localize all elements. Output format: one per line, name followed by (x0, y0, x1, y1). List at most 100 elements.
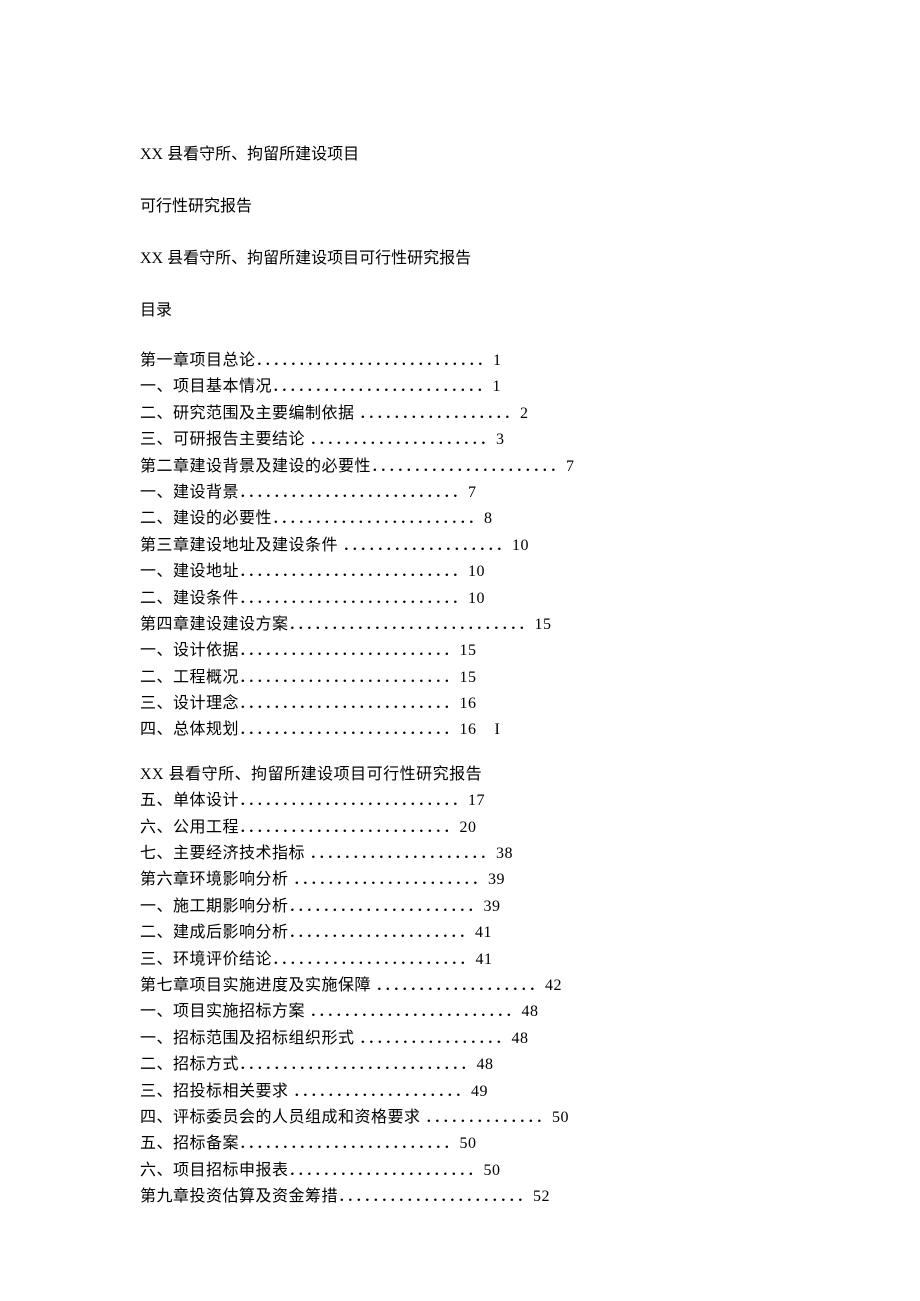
toc-page-number: 15 (460, 669, 477, 686)
toc-page-number: 8 (484, 510, 493, 527)
toc-entry: 二、建设的必要性．．．．．．．．．．．．．．．．．．．．．．．．8 (140, 506, 780, 532)
toc-page-number: 42 (545, 977, 562, 994)
toc-entry-text: 第七章项目实施进度及实施保障 (140, 977, 376, 994)
toc-entry-text: 第六章环境影响分析 (140, 871, 293, 888)
document-page: XX 县看守所、拘留所建设项目 可行性研究报告 XX 县看守所、拘留所建设项目可… (0, 0, 920, 1271)
toc-entry-text: 三、可研报告主要结论 (140, 431, 310, 448)
toc-dots: ．．．．．．．．．．．．．．．．．．．．． (310, 845, 497, 862)
toc-entry-text: 第四章建设建设方案 (140, 616, 289, 633)
toc-dots: ．．．．．．．．．．．．．．．．．．．．．．．．．． (239, 792, 468, 809)
toc-entry: 第三章建设地址及建设条件 ．．．．．．．．．．．．．．．．．．．10 (140, 533, 780, 559)
spacer (140, 744, 780, 762)
toc-entry-text: 一、建设地址 (140, 563, 239, 580)
toc-dots: ．．．．．．．．．．．．．．．．．．．．．．．．． (239, 1135, 460, 1152)
toc-entry: 一、设计依据．．．．．．．．．．．．．．．．．．．．．．．．．15 (140, 638, 780, 664)
toc-entry: 三、环境评价结论．．．．．．．．．．．．．．．．．．．．．．．41 (140, 947, 780, 973)
full-report-title: XX 县看守所、拘留所建设项目可行性研究报告 (140, 244, 780, 268)
toc-page-number: 17 (468, 792, 485, 809)
toc-page-number: 41 (476, 951, 493, 968)
toc-dots: ．．．．．．．．．．．．．．．．．．．．．．．．． (239, 721, 460, 738)
toc-dots: ．．．．．．．．．．．．．．．．．．． (376, 977, 546, 994)
toc-dots: ．．．．．．．．．．．．．．．．．．．．．． (293, 871, 488, 888)
toc-entry-text: 二、建成后影响分析 (140, 924, 289, 941)
toc-entry-text: 一、招标范围及招标组织形式 (140, 1030, 359, 1047)
toc-page-number: 2 (520, 405, 529, 422)
toc-entry: 第七章项目实施进度及实施保障 ．．．．．．．．．．．．．．．．．．．42 (140, 973, 780, 999)
toc-entry: 第六章环境影响分析 ．．．．．．．．．．．．．．．．．．．．．．39 (140, 867, 780, 893)
toc-dots: ．．．．．．．．．．．．．．．．．．．．． (310, 431, 497, 448)
toc-entry-text: 六、公用工程 (140, 819, 239, 836)
toc-dots: ．．．．．．．．．．．．．． (425, 1109, 552, 1126)
toc-dots: ．．．．．．．．．．．．．．．．．．．．．．． (272, 951, 476, 968)
toc-dots: ．．．．．．．．．．．．．．．．．．．．．． (371, 458, 566, 475)
toc-entry-text: 二、工程概况 (140, 669, 239, 686)
toc-page-number: 15 (460, 642, 477, 659)
toc-dots: ．．．．．．．．．．．．．．．．．．．．．．．．．． (239, 590, 468, 607)
toc-dots: ．．．．．．．．．．．．．．．．．．．．．．．．． (239, 642, 460, 659)
toc-section-1: 第一章项目总论．．．．．．．．．．．．．．．．．．．．．．．．．．．1一、项目基… (140, 348, 780, 744)
toc-page-number: 15 (535, 616, 552, 633)
toc-page-number: 39 (488, 871, 505, 888)
toc-page-number: 7 (468, 484, 477, 501)
toc-page-number: 10 (512, 537, 529, 554)
project-title: XX 县看守所、拘留所建设项目 (140, 140, 780, 164)
toc-entry: 第二章建设背景及建设的必要性．．．．．．．．．．．．．．．．．．．．．．7 (140, 454, 780, 480)
toc-entry: 第九章投资估算及资金筹措．．．．．．．．．．．．．．．．．．．．．．52 (140, 1184, 780, 1210)
toc-entry: 六、公用工程．．．．．．．．．．．．．．．．．．．．．．．．．20 (140, 815, 780, 841)
toc-dots: ．．．．．．．．．．．．．．．．．．．．．． (289, 1162, 484, 1179)
toc-page-number: 50 (484, 1162, 501, 1179)
toc-entry: 一、建设地址．．．．．．．．．．．．．．．．．．．．．．．．．．10 (140, 559, 780, 585)
toc-page-number: 1 (493, 352, 502, 369)
toc-page-number: 16 (460, 721, 477, 738)
toc-page-number: 10 (468, 563, 485, 580)
toc-entry-text: 二、建设的必要性 (140, 510, 272, 527)
toc-entry: 第一章项目总论．．．．．．．．．．．．．．．．．．．．．．．．．．．1 (140, 348, 780, 374)
toc-dots: ．．．．．．．．．．．．．．．．．．．．．．．．． (239, 819, 460, 836)
mid-title-line: XX 县看守所、拘留所建设项目可行性研究报告 (140, 762, 780, 788)
toc-dots: ．．．．．．．．．．．．．．．．．．．．．．．．．．． (239, 1056, 477, 1073)
toc-entry: 四、总体规划．．．．．．．．．．．．．．．．．．．．．．．．．16I (140, 717, 780, 743)
toc-dots: ．．．．．．．．．．．．．．．．．．．．．．．．． (239, 669, 460, 686)
toc-entry-text: 六、项目招标申报表 (140, 1162, 289, 1179)
toc-entry: 六、项目招标申报表．．．．．．．．．．．．．．．．．．．．．．50 (140, 1158, 780, 1184)
toc-page-number: 3 (496, 431, 505, 448)
toc-entry: 二、招标方式．．．．．．．．．．．．．．．．．．．．．．．．．．．48 (140, 1052, 780, 1078)
report-type: 可行性研究报告 (140, 192, 780, 216)
toc-entry-text: 一、建设背景 (140, 484, 239, 501)
toc-entry-text: 二、研究范围及主要编制依据 (140, 405, 359, 422)
toc-dots: ．．．．．．．．．．．．．．．．．．．．．．．． (310, 1003, 522, 1020)
toc-page-number: 39 (484, 898, 501, 915)
toc-page-number: 48 (477, 1056, 494, 1073)
toc-dots: ．．．．．．．．．．．．．．．．． (359, 1030, 512, 1047)
toc-entry: 一、项目基本情况．．．．．．．．．．．．．．．．．．．．．．．．．1 (140, 374, 780, 400)
toc-dots: ．．．．．．．．．．．．．．．．．．．．．．．．．．． (256, 352, 494, 369)
toc-entry-text: 三、招投标相关要求 (140, 1083, 293, 1100)
toc-entry: 一、施工期影响分析．．．．．．．．．．．．．．．．．．．．．．39 (140, 894, 780, 920)
toc-page-number: 48 (512, 1030, 529, 1047)
toc-entry-text: 四、评标委员会的人员组成和资格要求 (140, 1109, 425, 1126)
toc-entry: 一、招标范围及招标组织形式 ．．．．．．．．．．．．．．．．．48 (140, 1026, 780, 1052)
toc-entry: 四、评标委员会的人员组成和资格要求 ．．．．．．．．．．．．．．50 (140, 1105, 780, 1131)
toc-entry: 三、可研报告主要结论 ．．．．．．．．．．．．．．．．．．．．．3 (140, 427, 780, 453)
toc-entry-text: 三、环境评价结论 (140, 951, 272, 968)
toc-heading: 目录 (140, 296, 780, 320)
toc-page-number: 52 (533, 1188, 550, 1205)
toc-entry: 二、建成后影响分析．．．．．．．．．．．．．．．．．．．．．41 (140, 920, 780, 946)
toc-page-number: 38 (496, 845, 513, 862)
toc-entry: 一、建设背景．．．．．．．．．．．．．．．．．．．．．．．．．．7 (140, 480, 780, 506)
toc-entry-text: 二、建设条件 (140, 590, 239, 607)
toc-page-number: 10 (468, 590, 485, 607)
toc-entry: 第四章建设建设方案．．．．．．．．．．．．．．．．．．．．．．．．．．．．15 (140, 612, 780, 638)
toc-page-number: 50 (460, 1135, 477, 1152)
toc-entry: 一、项目实施招标方案 ．．．．．．．．．．．．．．．．．．．．．．．．48 (140, 999, 780, 1025)
toc-entry-text: 二、招标方式 (140, 1056, 239, 1073)
toc-entry: 五、招标备案．．．．．．．．．．．．．．．．．．．．．．．．．50 (140, 1131, 780, 1157)
toc-dots: ．．．．．．．．．．．．．．．．．．．．．． (338, 1188, 533, 1205)
toc-entry-text: 一、施工期影响分析 (140, 898, 289, 915)
toc-entry: 七、主要经济技术指标 ．．．．．．．．．．．．．．．．．．．．．38 (140, 841, 780, 867)
toc-entry-text: 第一章项目总论 (140, 352, 256, 369)
toc-page-number: 48 (522, 1003, 539, 1020)
toc-dots: ．．．．．．．．．．．．．．．．．．．．．．．．． (272, 378, 493, 395)
toc-entry-text: 第二章建设背景及建设的必要性 (140, 458, 371, 475)
toc-page-number: 41 (475, 924, 492, 941)
